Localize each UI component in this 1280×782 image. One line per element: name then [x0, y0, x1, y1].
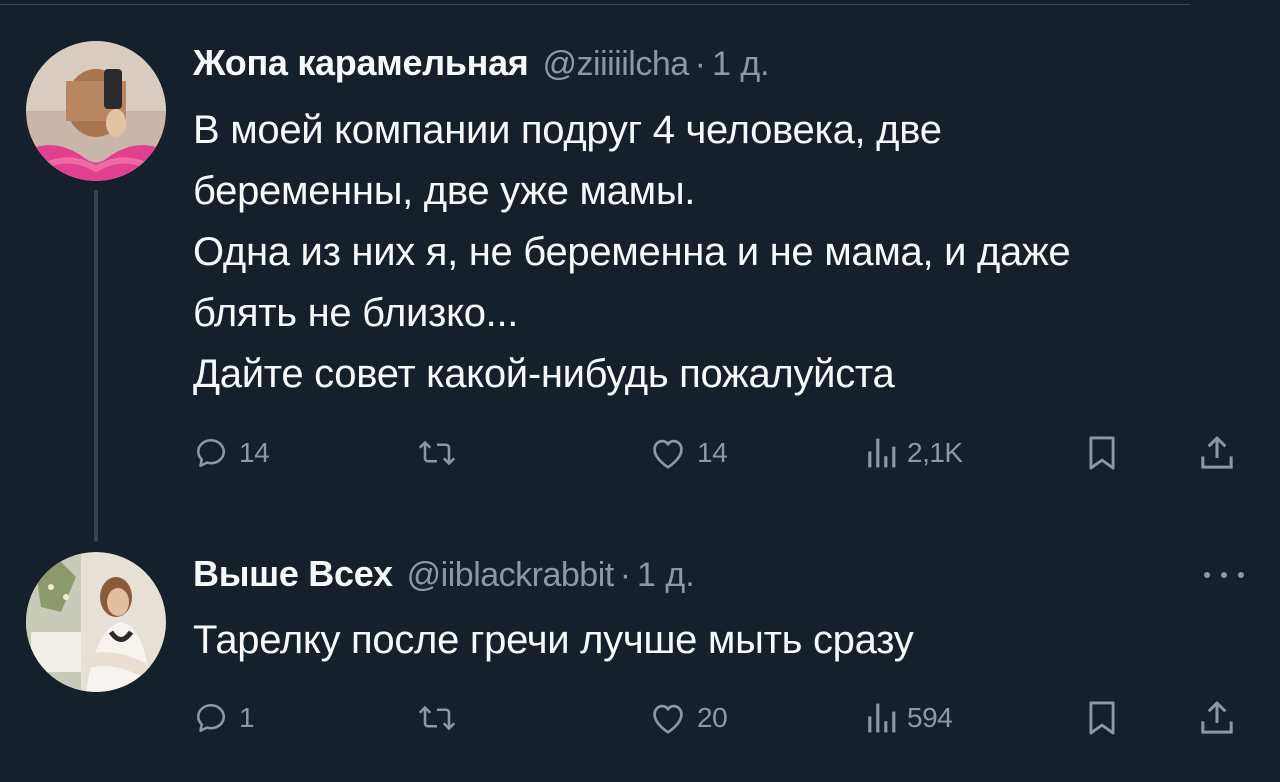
- tweet-actions: 1 20 594: [193, 693, 1253, 743]
- user-handle[interactable]: @iiblackrabbit: [407, 556, 615, 595]
- tweet-text-line: блять не близко...: [193, 291, 519, 335]
- tweet-text-line: Одна из них я, не беременна и не мама, и…: [193, 230, 1071, 274]
- avatar-image: [26, 552, 166, 692]
- views-count: 2,1K: [907, 437, 963, 468]
- retweet-icon: [418, 440, 456, 466]
- retweet-button[interactable]: [415, 693, 459, 743]
- thread-connector-line: [94, 190, 98, 542]
- retweet-icon: [418, 705, 456, 731]
- views-icon: [868, 703, 896, 733]
- heart-icon: [653, 704, 683, 734]
- views-button[interactable]: 2,1K: [865, 428, 963, 478]
- tweet-text: Тарелку после гречи лучше мыть сразу: [193, 610, 1268, 671]
- reply-icon: [196, 703, 226, 733]
- reply-button[interactable]: 1: [193, 693, 255, 743]
- tweet-thread: Жопа карамельная @ziiiiilcha · 1 д. В мо…: [0, 0, 1280, 782]
- reply-button[interactable]: 14: [193, 428, 270, 478]
- more-icon: [1238, 572, 1244, 578]
- avatar-image: [26, 41, 166, 181]
- separator-dot: ·: [619, 556, 632, 594]
- like-button[interactable]: 14: [649, 428, 728, 478]
- top-divider: [0, 4, 1190, 5]
- views-icon: [868, 438, 896, 468]
- tweet-header: Выше Всех @iiblackrabbit · 1 д.: [193, 553, 695, 595]
- views-count: 594: [907, 702, 953, 733]
- share-button[interactable]: [1197, 428, 1237, 478]
- bookmark-button[interactable]: [1085, 693, 1119, 743]
- like-count: 20: [697, 702, 728, 733]
- tweet-text-line: В моей компании подруг 4 человека, две: [193, 108, 942, 152]
- reply-count: 1: [239, 702, 255, 733]
- views-button[interactable]: 594: [865, 693, 953, 743]
- more-icon: [1221, 572, 1227, 578]
- share-icon: [1201, 436, 1233, 469]
- share-button[interactable]: [1197, 693, 1237, 743]
- like-button[interactable]: 20: [649, 693, 728, 743]
- bookmark-button[interactable]: [1085, 428, 1119, 478]
- tweet-timestamp[interactable]: 1 д.: [637, 556, 695, 595]
- avatar[interactable]: [26, 552, 166, 692]
- reply-count: 14: [239, 437, 270, 468]
- share-icon: [1201, 701, 1233, 734]
- more-icon: [1204, 572, 1210, 578]
- separator-dot: ·: [694, 45, 706, 83]
- like-count: 14: [697, 437, 728, 468]
- retweet-button[interactable]: [415, 428, 459, 478]
- bookmark-icon: [1089, 436, 1115, 470]
- heart-icon: [653, 439, 683, 469]
- tweet-text-line: Тарелку после гречи лучше мыть сразу: [193, 618, 914, 662]
- tweet-actions: 14 14 2,1K: [193, 428, 1253, 478]
- tweet-text-line: Дайте совет какой-нибудь пожалуйста: [193, 352, 895, 396]
- user-handle[interactable]: @ziiiiilcha: [543, 45, 690, 84]
- more-options-button[interactable]: [1204, 560, 1244, 590]
- tweet-text: В моей компании подруг 4 человека, две б…: [193, 100, 1268, 405]
- reply-icon: [196, 438, 226, 468]
- display-name[interactable]: Жопа карамельная: [193, 42, 529, 84]
- avatar[interactable]: [26, 41, 166, 181]
- tweet-timestamp[interactable]: 1 д.: [712, 45, 770, 84]
- display-name[interactable]: Выше Всех: [193, 553, 393, 595]
- bookmark-icon: [1089, 701, 1115, 735]
- tweet-header: Жопа карамельная @ziiiiilcha · 1 д.: [193, 42, 770, 84]
- tweet-text-line: беременны, две уже мамы.: [193, 169, 696, 213]
